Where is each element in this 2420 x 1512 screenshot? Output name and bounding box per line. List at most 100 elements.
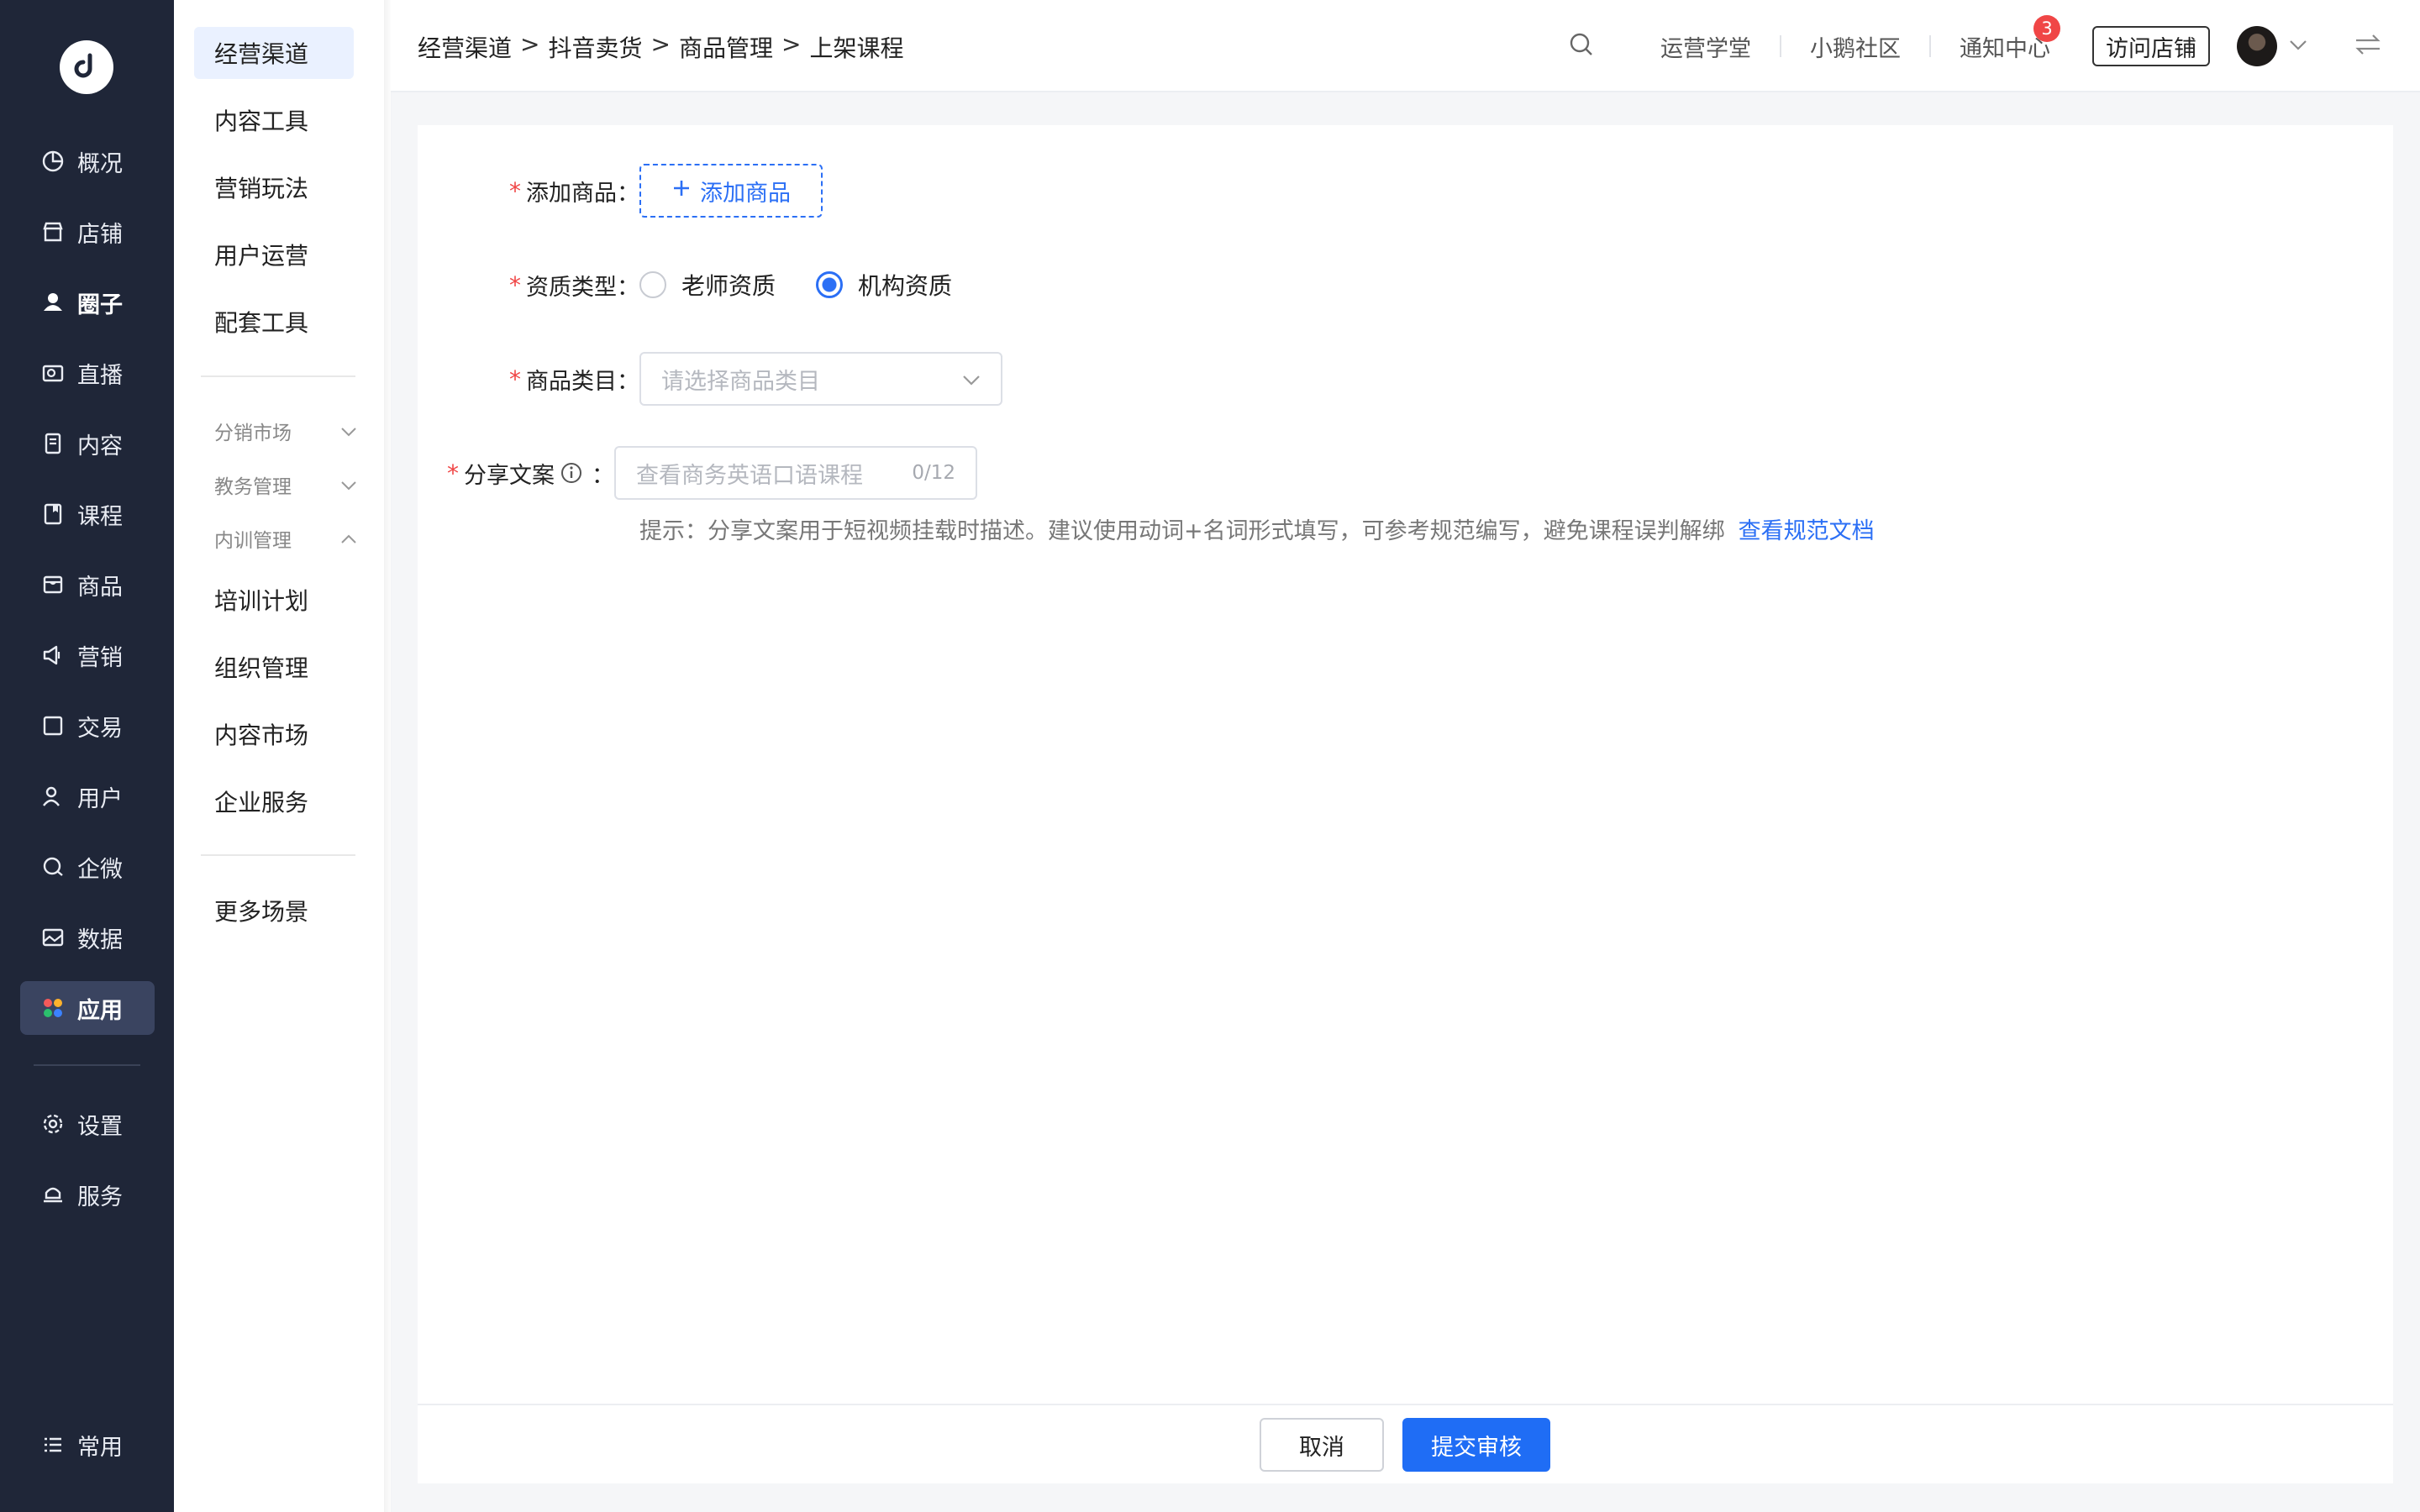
plus-icon — [671, 178, 692, 204]
chevron-down-icon — [340, 474, 357, 496]
rail-item-circle[interactable]: 圈子 — [20, 276, 155, 329]
chevron-down-icon — [340, 420, 357, 442]
sub-item-org-manage[interactable]: 组织管理 — [194, 641, 354, 693]
user-icon — [40, 784, 66, 809]
rail-item-apps[interactable]: 应用 — [20, 981, 155, 1035]
sub-item-channel[interactable]: 经营渠道 — [194, 27, 354, 79]
chevron-down-icon[interactable] — [2289, 39, 2307, 55]
notification-badge: 3 — [2033, 14, 2060, 42]
gear-icon — [40, 1111, 66, 1137]
chat-icon — [40, 854, 66, 879]
sub-item-training-plan[interactable]: 培训计划 — [194, 574, 354, 626]
add-product-label: * 添加商品： — [451, 175, 639, 207]
breadcrumb-item[interactable]: 商品管理 — [679, 30, 773, 64]
community-link[interactable]: 小鹅社区 — [1781, 30, 1929, 63]
rail-item-product[interactable]: 商品 — [20, 558, 155, 612]
radio-institution-qualification[interactable]: 机构资质 — [816, 268, 952, 302]
required-mark: * — [509, 176, 521, 205]
chevron-down-icon — [962, 366, 981, 392]
breadcrumb-item[interactable]: 经营渠道 — [418, 30, 512, 64]
visit-store-button[interactable]: 访问店铺 — [2092, 26, 2210, 66]
label-text: 资质类型： — [526, 274, 639, 301]
breadcrumb-current: 上架课程 — [809, 34, 904, 62]
breadcrumb-separator: > — [781, 30, 802, 58]
share-copy-input[interactable]: 查看商务英语口语课程 0/12 — [614, 446, 977, 500]
cancel-button[interactable]: 取消 — [1260, 1418, 1384, 1472]
label-colon: ： — [592, 462, 614, 489]
category-placeholder: 请选择商品类目 — [661, 368, 820, 395]
search-icon[interactable] — [1568, 31, 1595, 61]
sub-divider — [201, 854, 355, 856]
share-copy-placeholder: 查看商务英语口语课程 — [636, 462, 863, 489]
rail-item-label: 企微 — [77, 856, 123, 883]
list-icon — [40, 1432, 66, 1457]
rail-item-settings[interactable]: 设置 — [20, 1097, 155, 1151]
sub-item-user-ops[interactable]: 用户运营 — [194, 228, 354, 281]
footer-divider — [418, 1404, 2393, 1405]
rail-item-label: 营销 — [77, 644, 123, 671]
rail-item-live[interactable]: 直播 — [20, 346, 155, 400]
rail-item-trade[interactable]: 交易 — [20, 699, 155, 753]
rail-item-service[interactable]: 服务 — [20, 1168, 155, 1221]
sub-item-enterprise-service[interactable]: 企业服务 — [194, 775, 354, 827]
share-copy-label: * 分享文案 ： — [447, 457, 639, 490]
hint-text: 提示：分享文案用于短视频挂载时描述。建议使用动词+名词形式填写，可参考规范编写，… — [639, 518, 1725, 544]
form-panel: * 添加商品： 添加商品 * 资质类型： 老师资质 机构资质 * 商品类目： 请… — [418, 125, 2393, 1483]
header-actions: 运营学堂 小鹅社区 通知中心 3 访问店铺 — [1568, 0, 2420, 92]
sub-group-label: 分销市场 — [214, 423, 292, 444]
top-header: 经营渠道 > 抖音卖货 > 商品管理 > 上架课程 运营学堂 小鹅社区 通知中心… — [391, 0, 2420, 92]
notification-center-link[interactable]: 通知中心 3 — [1931, 14, 2079, 63]
breadcrumb-item[interactable]: 抖音卖货 — [548, 30, 642, 64]
rail-item-content[interactable]: 内容 — [20, 417, 155, 470]
radio-teacher-qualification[interactable]: 老师资质 — [639, 268, 776, 302]
rail-item-user[interactable]: 用户 — [20, 769, 155, 823]
switch-icon[interactable] — [2354, 33, 2381, 60]
rail-item-label: 商品 — [77, 574, 123, 601]
add-product-button[interactable]: 添加商品 — [639, 164, 823, 218]
apps-icon — [40, 995, 66, 1021]
rail-item-overview[interactable]: 概况 — [20, 134, 155, 188]
required-mark: * — [509, 270, 521, 299]
rail-item-label: 圈子 — [77, 291, 123, 318]
main-nav-rail: 概况 店铺 圈子 直播 内容 课程 商品 营销 交易 用户 企微 数据 应用 设… — [0, 0, 174, 1512]
sub-divider — [201, 375, 355, 377]
store-icon — [40, 219, 66, 244]
label-text: 分享文案 — [464, 462, 555, 489]
rail-item-store[interactable]: 店铺 — [20, 205, 155, 259]
ops-academy-link[interactable]: 运营学堂 — [1632, 30, 1780, 63]
rail-divider — [34, 1064, 140, 1066]
sub-group-academic[interactable]: 教务管理 — [214, 468, 357, 501]
app-logo[interactable] — [60, 40, 113, 94]
sub-item-more-scenes[interactable]: 更多场景 — [194, 885, 354, 937]
category-label: * 商品类目： — [451, 363, 639, 396]
square-icon — [40, 713, 66, 738]
qualification-row: * 资质类型： 老师资质 机构资质 — [451, 258, 952, 312]
radio-circle-selected — [816, 271, 844, 298]
chevron-up-icon — [340, 528, 357, 549]
megaphone-icon — [40, 643, 66, 668]
submit-review-button[interactable]: 提交审核 — [1402, 1418, 1550, 1472]
sub-group-distribution[interactable]: 分销市场 — [214, 414, 357, 448]
add-product-button-label: 添加商品 — [700, 180, 791, 207]
package-icon — [40, 572, 66, 597]
info-icon[interactable] — [560, 461, 583, 485]
sub-item-tools[interactable]: 配套工具 — [194, 296, 354, 348]
rail-item-wecom[interactable]: 企微 — [20, 840, 155, 894]
rail-item-marketing[interactable]: 营销 — [20, 628, 155, 682]
book-icon — [40, 501, 66, 527]
rail-item-common[interactable]: 常用 — [20, 1418, 155, 1472]
qualification-label: * 资质类型： — [451, 269, 639, 302]
sub-item-content-tools[interactable]: 内容工具 — [194, 94, 354, 146]
sub-item-content-market[interactable]: 内容市场 — [194, 708, 354, 760]
service-icon — [40, 1182, 66, 1207]
category-row: * 商品类目： 请选择商品类目 — [451, 352, 1002, 406]
rail-item-data[interactable]: 数据 — [20, 911, 155, 964]
rail-item-course[interactable]: 课程 — [20, 487, 155, 541]
rail-item-label: 服务 — [77, 1184, 123, 1210]
view-spec-doc-link[interactable]: 查看规范文档 — [1739, 518, 1875, 544]
category-select[interactable]: 请选择商品类目 — [639, 352, 1002, 406]
avatar[interactable] — [2237, 26, 2277, 66]
sub-group-training[interactable]: 内训管理 — [214, 522, 357, 555]
sub-item-marketing-play[interactable]: 营销玩法 — [194, 161, 354, 213]
share-copy-hint: 提示：分享文案用于短视频挂载时描述。建议使用动词+名词形式填写，可参考规范编写，… — [639, 512, 1875, 545]
